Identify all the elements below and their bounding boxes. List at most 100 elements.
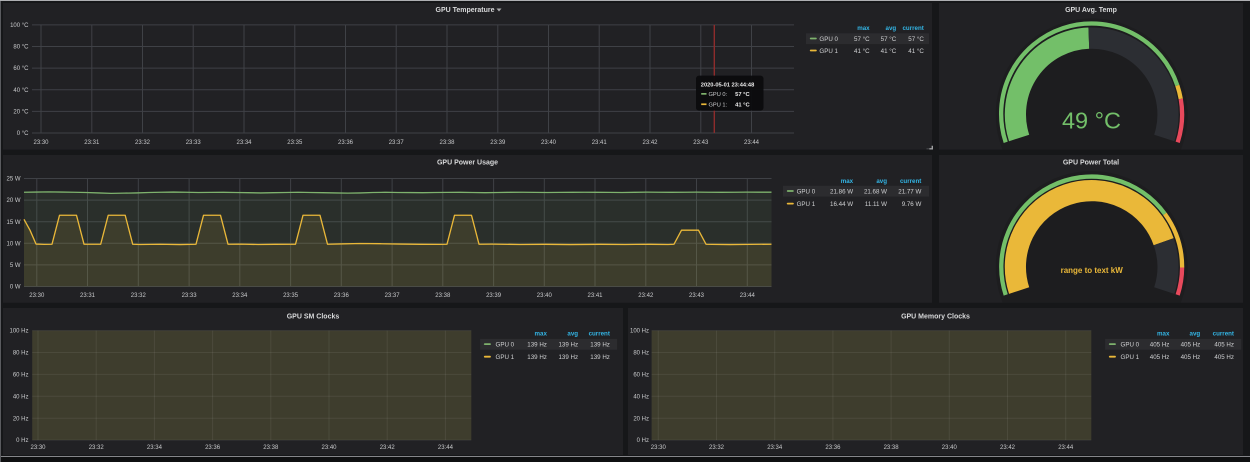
- svg-text:100 °C: 100 °C: [10, 23, 29, 29]
- svg-text:405 Hz: 405 Hz: [1181, 354, 1201, 361]
- svg-text:405 Hz: 405 Hz: [1181, 342, 1201, 349]
- svg-text:23:40: 23:40: [942, 445, 958, 451]
- svg-text:23:42: 23:42: [642, 140, 658, 146]
- svg-text:max: max: [535, 331, 548, 338]
- svg-text:5 W: 5 W: [10, 263, 21, 269]
- svg-text:GPU 0: GPU 0: [797, 188, 816, 195]
- svg-text:80 °C: 80 °C: [13, 45, 29, 51]
- svg-text:20 Hz: 20 Hz: [13, 416, 29, 422]
- svg-text:23:38: 23:38: [263, 445, 279, 451]
- svg-text:41 °C: 41 °C: [881, 48, 897, 55]
- svg-text:23:36: 23:36: [334, 293, 350, 299]
- svg-text:23:30: 23:30: [30, 445, 46, 451]
- svg-text:0 °C: 0 °C: [17, 131, 29, 137]
- svg-text:23:31: 23:31: [80, 293, 96, 299]
- svg-text:23:34: 23:34: [236, 140, 252, 146]
- svg-text:avg: avg: [567, 331, 578, 338]
- svg-text:139 Hz: 139 Hz: [590, 354, 610, 361]
- svg-text:100 Hz: 100 Hz: [630, 329, 649, 335]
- svg-text:23:39: 23:39: [490, 140, 506, 146]
- svg-text:23:44: 23:44: [744, 140, 760, 146]
- svg-text:GPU Temperature: GPU Temperature: [436, 7, 495, 14]
- svg-text:23:32: 23:32: [709, 445, 725, 451]
- svg-text:40 Hz: 40 Hz: [633, 394, 649, 400]
- svg-text:23:34: 23:34: [147, 445, 163, 451]
- svg-text:405 Hz: 405 Hz: [1150, 342, 1170, 349]
- svg-text:23:33: 23:33: [186, 140, 202, 146]
- svg-text:23:38: 23:38: [439, 140, 455, 146]
- svg-text:max: max: [1157, 331, 1170, 338]
- svg-text:405 Hz: 405 Hz: [1150, 354, 1170, 361]
- svg-text:16.44 W: 16.44 W: [830, 201, 853, 208]
- svg-text:80 Hz: 80 Hz: [13, 351, 29, 357]
- svg-text:GPU Power Total: GPU Power Total: [1063, 160, 1119, 167]
- svg-text:0 W: 0 W: [10, 285, 21, 291]
- svg-text:23:43: 23:43: [689, 293, 705, 299]
- svg-text:139 Hz: 139 Hz: [527, 354, 547, 361]
- svg-text:23:34: 23:34: [767, 445, 783, 451]
- svg-text:23:40: 23:40: [537, 293, 553, 299]
- svg-text:range to text kW: range to text kW: [1061, 266, 1124, 275]
- svg-text:23:33: 23:33: [182, 293, 198, 299]
- svg-text:GPU 0: GPU 0: [1121, 342, 1140, 349]
- svg-text:49 °C: 49 °C: [1062, 107, 1121, 133]
- svg-text:405 Hz: 405 Hz: [1214, 354, 1234, 361]
- svg-text:10 W: 10 W: [6, 241, 20, 247]
- svg-text:139 Hz: 139 Hz: [527, 342, 547, 349]
- svg-text:23:36: 23:36: [205, 445, 221, 451]
- svg-text:GPU 1: GPU 1: [819, 48, 838, 55]
- svg-text:60 °C: 60 °C: [13, 66, 29, 72]
- svg-text:GPU Avg. Temp: GPU Avg. Temp: [1065, 7, 1117, 14]
- svg-text:avg: avg: [1190, 331, 1201, 338]
- svg-text:GPU 1: GPU 1: [1121, 354, 1140, 361]
- svg-text:0 Hz: 0 Hz: [637, 438, 649, 444]
- svg-text:23:32: 23:32: [135, 140, 151, 146]
- svg-text:20 °C: 20 °C: [13, 110, 29, 116]
- svg-text:23:44: 23:44: [1058, 445, 1074, 451]
- svg-text:23:35: 23:35: [287, 140, 303, 146]
- svg-text:15 W: 15 W: [6, 220, 20, 226]
- svg-text:405 Hz: 405 Hz: [1214, 342, 1234, 349]
- svg-text:GPU Memory Clocks: GPU Memory Clocks: [901, 314, 970, 321]
- svg-text:139 Hz: 139 Hz: [558, 342, 578, 349]
- svg-text:100 Hz: 100 Hz: [9, 329, 28, 335]
- svg-text:GPU 0: GPU 0: [819, 36, 838, 43]
- svg-text:139 Hz: 139 Hz: [558, 354, 578, 361]
- svg-text:40 °C: 40 °C: [13, 88, 29, 94]
- svg-text:25 W: 25 W: [6, 177, 20, 183]
- svg-text:23:32: 23:32: [131, 293, 147, 299]
- svg-text:max: max: [841, 178, 854, 185]
- svg-text:current: current: [589, 331, 610, 338]
- svg-text:11.11 W: 11.11 W: [865, 201, 887, 208]
- svg-text:41 °C: 41 °C: [735, 102, 750, 108]
- svg-text:23:40: 23:40: [541, 140, 557, 146]
- svg-text:23:44: 23:44: [740, 293, 756, 299]
- svg-text:GPU 1: GPU 1: [496, 354, 515, 361]
- svg-text:0 Hz: 0 Hz: [16, 438, 28, 444]
- svg-text:23:40: 23:40: [321, 445, 337, 451]
- svg-text:GPU 1: GPU 1: [797, 201, 816, 208]
- svg-text:GPU 0:: GPU 0:: [709, 92, 728, 98]
- svg-text:current: current: [1213, 331, 1234, 338]
- svg-text:80 Hz: 80 Hz: [633, 351, 649, 357]
- svg-text:21.77 W: 21.77 W: [898, 188, 921, 195]
- svg-text:23:41: 23:41: [587, 293, 603, 299]
- svg-text:23:32: 23:32: [89, 445, 105, 451]
- svg-text:20 Hz: 20 Hz: [633, 416, 649, 422]
- svg-text:23:31: 23:31: [84, 140, 100, 146]
- svg-text:23:34: 23:34: [232, 293, 248, 299]
- svg-text:23:36: 23:36: [338, 140, 354, 146]
- svg-text:57 °C: 57 °C: [881, 36, 897, 43]
- svg-text:60 Hz: 60 Hz: [633, 373, 649, 379]
- svg-text:23:43: 23:43: [693, 140, 709, 146]
- svg-text:avg: avg: [876, 178, 887, 185]
- svg-text:current: current: [902, 25, 923, 32]
- svg-text:23:30: 23:30: [33, 140, 49, 146]
- svg-text:23:42: 23:42: [1000, 445, 1016, 451]
- svg-text:23:30: 23:30: [29, 293, 45, 299]
- svg-text:23:38: 23:38: [435, 293, 451, 299]
- svg-text:23:42: 23:42: [380, 445, 396, 451]
- svg-text:23:39: 23:39: [486, 293, 502, 299]
- svg-text:57 °C: 57 °C: [735, 92, 750, 98]
- svg-text:GPU 1:: GPU 1:: [709, 102, 728, 108]
